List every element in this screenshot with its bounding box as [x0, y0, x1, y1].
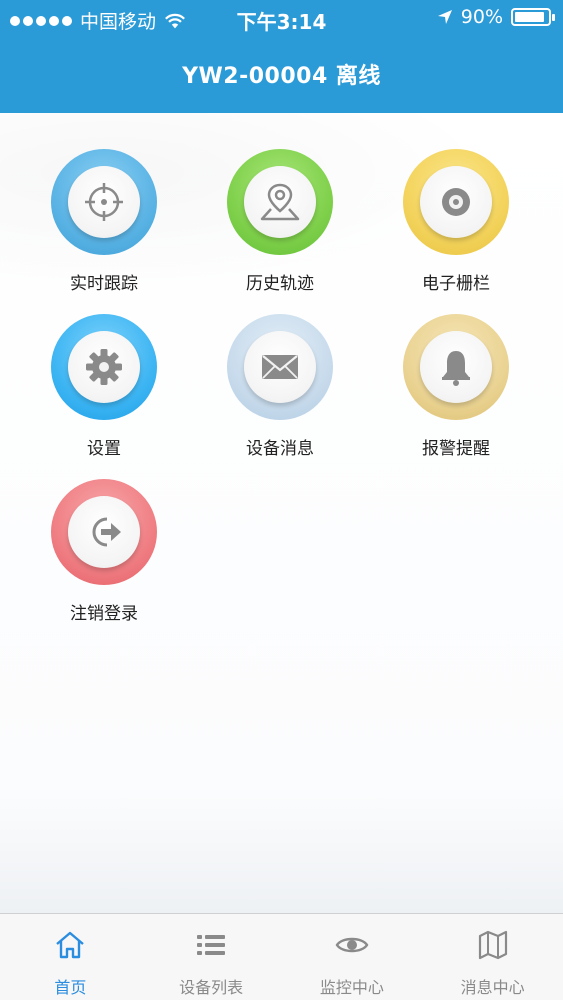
menu-item-label: 实时跟踪 — [70, 274, 138, 294]
menu-item-label: 电子栅栏 — [422, 274, 490, 294]
status-bar: 中国移动 下午3:14 90% — [0, 0, 563, 38]
page-title: YW2-00004 离线 — [182, 64, 381, 89]
crosshair-icon — [85, 183, 123, 221]
tab-label: 设备列表 — [179, 978, 244, 997]
menu-icon-circle — [51, 314, 157, 420]
menu-item-label: 报警提醒 — [422, 439, 490, 459]
menu-item-alarm-alerts[interactable]: 报警提醒 — [371, 314, 541, 459]
eye-icon — [335, 937, 369, 953]
tab-device-list[interactable]: 设备列表 — [141, 914, 282, 1000]
menu-icon-circle — [227, 149, 333, 255]
battery-fill — [515, 12, 544, 22]
battery-icon — [511, 8, 555, 26]
tab-label: 监控中心 — [319, 978, 384, 997]
envelope-icon — [262, 355, 298, 379]
menu-item-logout[interactable]: 注销登录 — [19, 479, 189, 624]
menu-icon-circle — [227, 314, 333, 420]
menu-item-label: 注销登录 — [70, 604, 138, 624]
menu-item-geofence[interactable]: 电子栅栏 — [371, 149, 541, 294]
tab-bar: 首页 设备列表 监控中心 消息中心 — [0, 913, 563, 1000]
main-content: 实时跟踪 历史轨迹 电子栅栏 设置 设备消息 报警提醒 注销登录 — [0, 113, 563, 913]
tab-monitor-center[interactable]: 监控中心 — [282, 914, 423, 1000]
tab-label: 首页 — [54, 978, 87, 997]
menu-item-label: 设置 — [87, 439, 121, 459]
map-pin-icon — [260, 183, 300, 221]
menu-icon-circle — [403, 149, 509, 255]
tab-message-center[interactable]: 消息中心 — [422, 914, 563, 1000]
menu-item-realtime-tracking[interactable]: 实时跟踪 — [19, 149, 189, 294]
menu-icon-circle — [403, 314, 509, 420]
bell-icon — [442, 351, 470, 386]
menu-item-label: 设备消息 — [246, 439, 314, 459]
menu-icon-circle — [51, 149, 157, 255]
menu-icon-circle — [51, 479, 157, 585]
tab-label: 消息中心 — [460, 978, 525, 997]
disc-icon — [442, 188, 470, 216]
top-bar: 中国移动 下午3:14 90% YW2-00004 离线 — [0, 0, 563, 113]
map-icon — [478, 930, 507, 960]
logout-icon — [92, 517, 121, 547]
gear-icon — [86, 349, 122, 385]
location-arrow-icon — [437, 10, 452, 24]
tab-home[interactable]: 首页 — [0, 914, 141, 1000]
home-icon — [56, 931, 85, 959]
list-icon — [197, 935, 226, 955]
menu-item-history-track[interactable]: 历史轨迹 — [195, 149, 365, 294]
battery-percent: 90% — [460, 6, 503, 28]
menu-item-device-messages[interactable]: 设备消息 — [195, 314, 365, 459]
menu-item-label: 历史轨迹 — [246, 274, 314, 294]
menu-item-settings[interactable]: 设置 — [19, 314, 189, 459]
